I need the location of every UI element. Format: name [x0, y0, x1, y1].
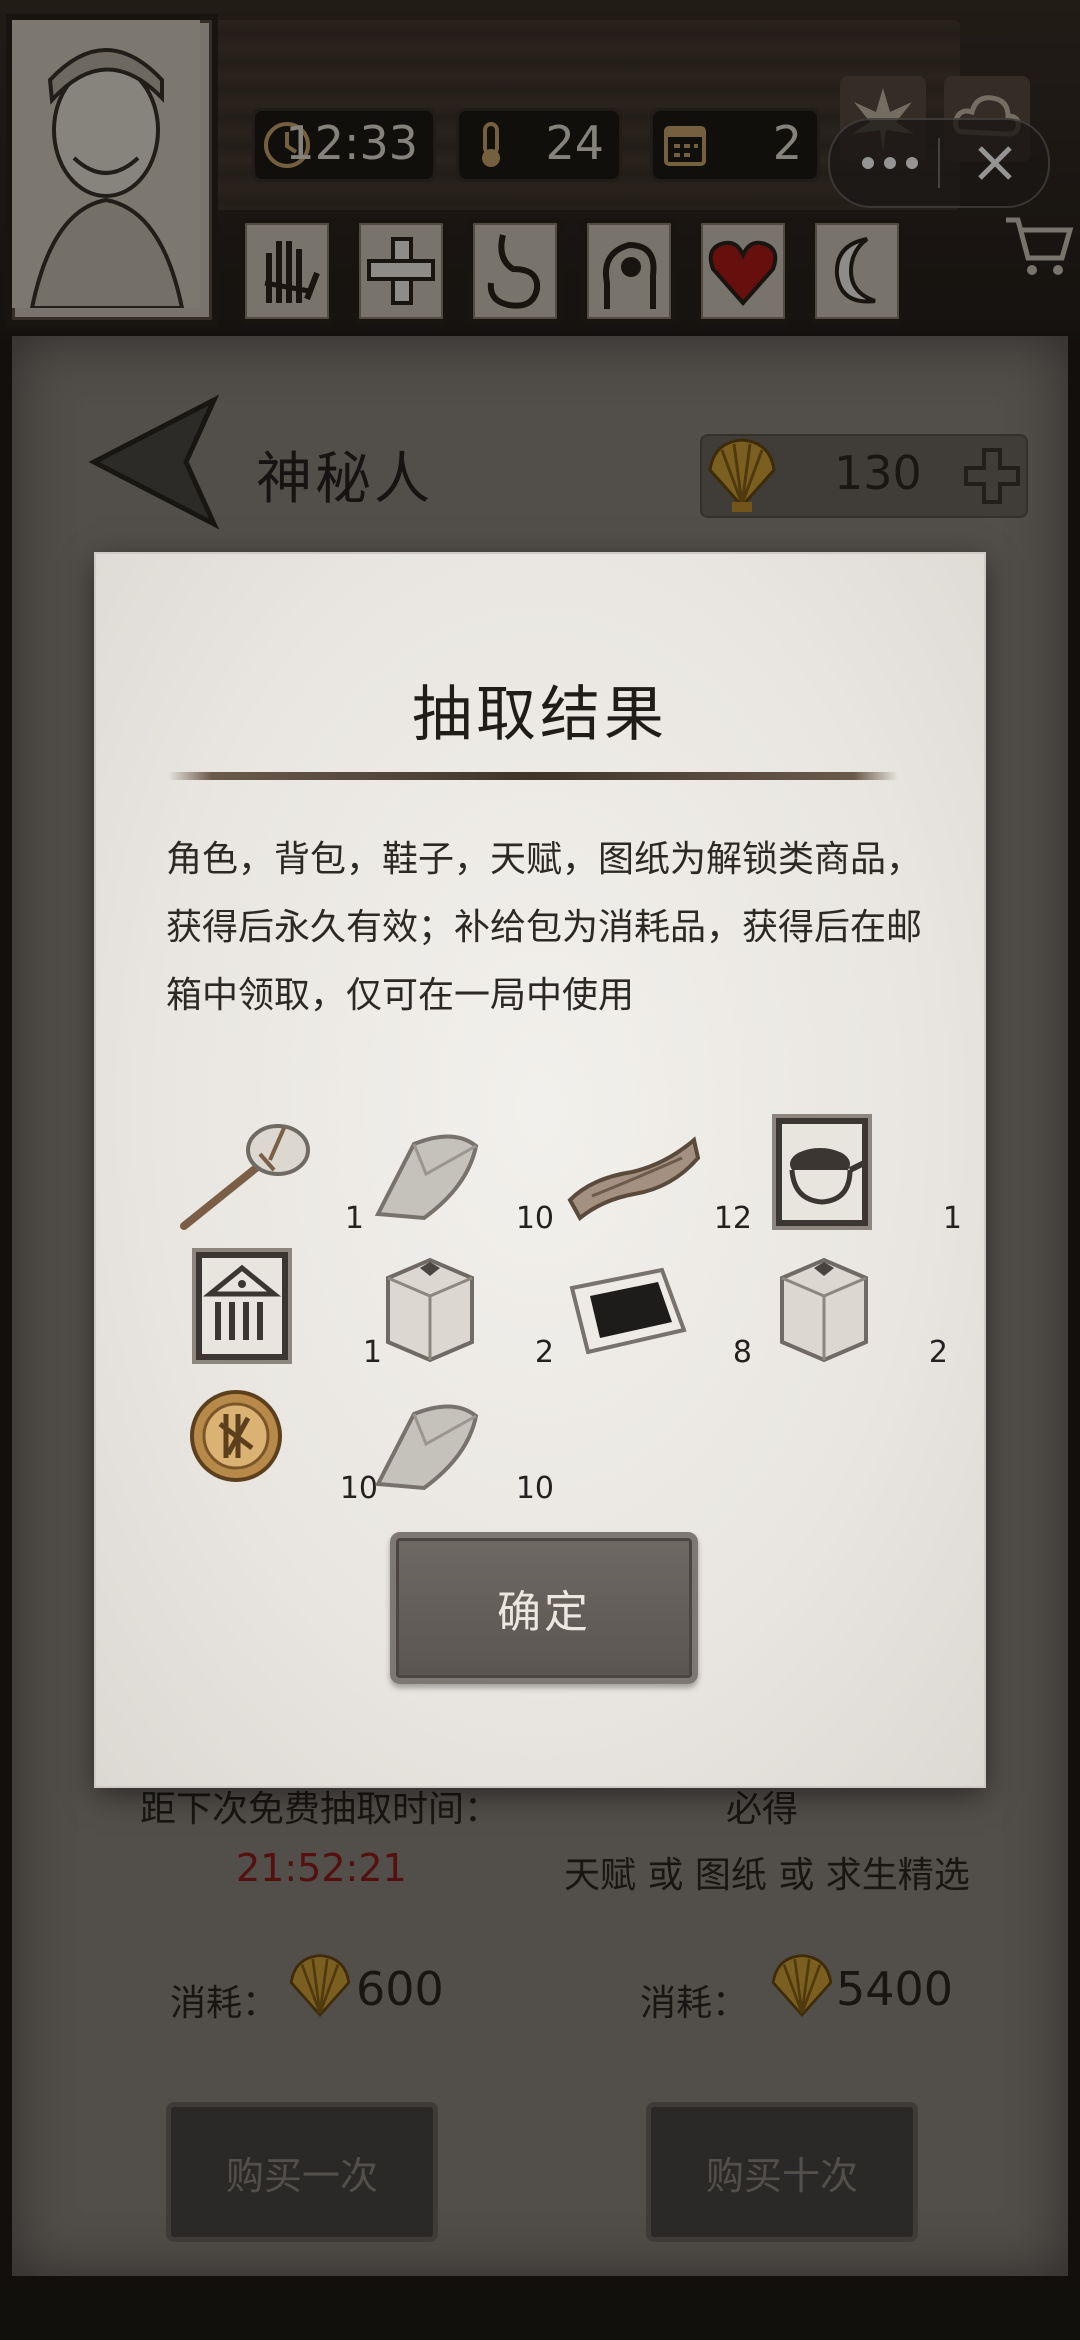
- wood-log-icon: [567, 1136, 701, 1222]
- gold-coin-icon: [190, 1390, 282, 1482]
- supply-box-icon: [386, 1257, 474, 1363]
- reward-count: 1: [942, 1201, 962, 1236]
- cooking-pot-card-icon: [772, 1114, 872, 1230]
- stone-icon: [374, 1404, 479, 1491]
- reward-count: 1: [344, 1201, 364, 1236]
- reward-item: 2: [364, 1248, 554, 1378]
- supply-box-icon: [780, 1257, 868, 1363]
- reward-item: 8: [562, 1248, 752, 1378]
- reward-item: 10: [188, 1384, 378, 1514]
- reward-item: 1: [174, 1114, 364, 1244]
- reward-count: 10: [515, 1201, 554, 1236]
- dark-cloth-icon: [569, 1267, 687, 1355]
- reward-item: 10: [364, 1384, 554, 1514]
- stone-hammer-icon: [180, 1124, 310, 1230]
- reward-item: 1: [192, 1248, 382, 1378]
- reward-count: 8: [732, 1335, 752, 1370]
- reward-item: 10: [364, 1114, 554, 1244]
- reward-count: 12: [713, 1201, 752, 1236]
- title-divider: [168, 772, 898, 780]
- reward-item: 2: [758, 1248, 948, 1378]
- reward-count: 2: [534, 1335, 554, 1370]
- reward-count: 10: [515, 1471, 554, 1506]
- reward-count: 2: [928, 1335, 948, 1370]
- dialog-title: 抽取结果: [412, 680, 668, 750]
- reward-item: 12: [562, 1114, 752, 1244]
- reward-item: 1: [772, 1114, 962, 1244]
- building-card-icon: [192, 1248, 292, 1364]
- confirm-button[interactable]: 确定: [390, 1532, 698, 1684]
- dialog-description: 角色，背包，鞋子，天赋，图纸为解锁类商品，获得后永久有效；补给包为消耗品，获得后…: [166, 839, 923, 1016]
- draw-result-dialog: 抽取结果 角色，背包，鞋子，天赋，图纸为解锁类商品，获得后永久有效；补给包为消耗…: [96, 554, 984, 1786]
- stone-icon: [374, 1134, 479, 1221]
